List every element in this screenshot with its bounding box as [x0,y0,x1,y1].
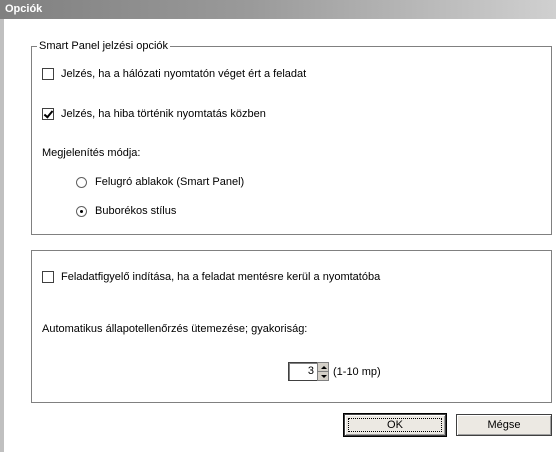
notify-job-finished-label: Jelzés, ha a hálózati nyomtatón véget ér… [61,68,307,80]
spin-up-button[interactable] [318,363,328,372]
notify-error-checkbox[interactable] [42,108,54,120]
interval-input[interactable]: 3 [288,362,317,381]
display-mode-label: Megjelenítés módja: [42,147,141,159]
cancel-button[interactable]: Mégse [456,414,552,436]
notify-options-legend: Smart Panel jelzési opciók [37,39,171,53]
job-monitor-label: Feladatfigyelő indítása, ha a feladat me… [61,271,381,283]
notify-job-finished-checkbox-row[interactable]: Jelzés, ha a hálózati nyomtatón véget ér… [42,68,306,80]
spin-down-icon [321,375,327,378]
interval-spinner: 3 (1-10 mp) [288,362,381,381]
window-left-edge [0,0,4,452]
display-mode-popup-radio-row[interactable]: Felugró ablakok (Smart Panel) [76,176,244,188]
ok-button[interactable]: OK [343,413,447,437]
job-monitor-checkbox-row[interactable]: Feladatfigyelő indítása, ha a feladat me… [42,271,380,283]
notify-error-label: Jelzés, ha hiba történik nyomtatás közbe… [61,108,266,120]
spin-down-button[interactable] [318,372,328,380]
display-mode-bubble-label: Buborékos stílus [95,205,177,217]
display-mode-bubble-radio[interactable] [76,205,87,217]
notify-error-checkbox-row[interactable]: Jelzés, ha hiba történik nyomtatás közbe… [42,108,266,120]
interval-spin-buttons [317,362,329,381]
ok-button-label: OK [387,419,403,431]
display-mode-popup-label: Felugró ablakok (Smart Panel) [95,176,245,188]
interval-range-label: (1-10 mp) [333,365,381,378]
job-monitor-checkbox[interactable] [42,271,54,283]
spin-up-icon [321,366,327,369]
notify-job-finished-checkbox[interactable] [42,68,54,80]
options-dialog: Opciók Smart Panel jelzési opciók Jelzés… [0,0,556,452]
title-bar[interactable]: Opciók [0,0,556,19]
display-mode-popup-radio[interactable] [76,176,87,188]
display-mode-bubble-radio-row[interactable]: Buborékos stílus [76,205,176,217]
cancel-button-label: Mégse [487,419,521,431]
schedule-label: Automatikus állapotellenőrzés ütemezése;… [42,323,308,335]
